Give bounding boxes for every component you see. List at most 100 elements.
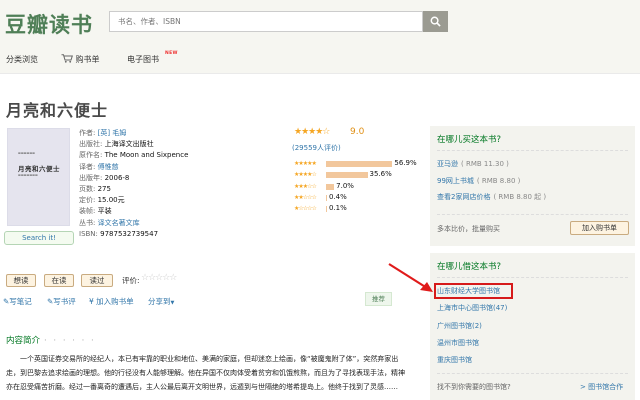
info-label: 出版年: xyxy=(79,173,105,182)
add-cart-label: 加入购书单 xyxy=(96,297,134,306)
write-review-link[interactable]: ✎写书评 xyxy=(47,296,76,307)
info-label: 原作名: xyxy=(79,151,105,160)
store-price: ( RMB 8.80 起 ) xyxy=(493,193,547,201)
rating-row: ★★★☆☆ 7.0% xyxy=(294,182,414,192)
rating-percent: 35.6% xyxy=(369,170,392,179)
search-box[interactable] xyxy=(109,11,423,32)
recommend-button[interactable]: 推荐 xyxy=(365,292,392,306)
cover-decoration: ▬▬▬▬▬▬ xyxy=(18,151,36,155)
add-to-cart-button[interactable]: 加入购书单 xyxy=(570,221,629,235)
nav-ebooks[interactable]: 电子图书 xyxy=(127,54,159,65)
borrow-panel: 在哪儿借这本书? 山东财经大学图书馆 上海市中心图书馆(47) 广州图书馆(2) 温州… xyxy=(430,253,635,400)
info-row: 原作名: The Moon and Sixpence xyxy=(79,150,188,161)
info-value: 2006-8 xyxy=(104,173,130,182)
info-value: The Moon and Sixpence xyxy=(104,151,189,160)
intro-text: 一个英国证券交易所的经纪人，本已有牢靠的职业和地位、美满的家庭，但却迷恋上绘画，… xyxy=(6,355,405,391)
store-name[interactable]: 亚马逊 xyxy=(437,160,458,168)
library-coop-link[interactable]: > 图书馆合作 xyxy=(580,382,623,392)
yen-icon: ¥ xyxy=(89,297,94,306)
cover-title: 月亮和六便士 xyxy=(18,165,60,173)
library-item[interactable]: 温州市图书馆 xyxy=(437,338,479,348)
info-value: 275 xyxy=(97,185,111,193)
store-name[interactable]: 99网上书城 xyxy=(437,177,474,185)
nav-bar: 分类浏览 购书单 电子图书 NEW xyxy=(0,45,640,74)
buy-heading: 在哪儿买这本书? xyxy=(437,135,502,145)
share-link[interactable]: 分享到▼ xyxy=(148,296,174,307)
cart-icon xyxy=(61,54,73,63)
library-item[interactable]: 广州图书馆(2) xyxy=(437,321,482,331)
intro-dots: · · · · · · xyxy=(44,336,96,346)
nav-browse[interactable]: 分类浏览 xyxy=(6,54,38,65)
site-logo[interactable]: 豆瓣读书 xyxy=(5,9,93,39)
rating-row-stars: ★☆☆☆☆ xyxy=(294,205,317,213)
intro-heading-label: 内容简介 xyxy=(6,336,41,346)
header: 豆瓣读书 xyxy=(0,0,640,45)
info-label: ISBN: xyxy=(79,229,101,238)
divider xyxy=(437,277,628,278)
add-cart-link[interactable]: ¥ 加入购书单 xyxy=(89,296,134,307)
compare-text: 多本比价，批量购买 xyxy=(437,225,500,233)
store-name[interactable]: 查看2家网店价格 xyxy=(437,193,490,201)
info-label: 丛书: xyxy=(79,218,98,227)
rating-percent: 56.9% xyxy=(394,159,417,167)
rating-stars: ★★★★☆ xyxy=(294,127,330,137)
intro-heading: 内容简介 · · · · · · xyxy=(6,334,96,346)
rating-bar xyxy=(326,161,393,167)
rating-bar xyxy=(326,172,368,179)
write-review-label: 写书评 xyxy=(53,297,76,306)
rating-count[interactable]: (29559人评价) xyxy=(292,143,341,153)
write-note-link[interactable]: ✎写笔记 xyxy=(3,296,32,307)
write-note-label: 写笔记 xyxy=(9,297,32,306)
rating-percent: 0.1% xyxy=(329,204,347,213)
info-value[interactable]: [英] 毛姆 xyxy=(98,129,127,137)
info-row: 译者: 傅惟慈 xyxy=(79,162,119,173)
info-value[interactable]: 译文名著文库 xyxy=(98,219,140,227)
search-icon xyxy=(430,16,441,27)
info-row: 页数: 275 xyxy=(79,184,111,195)
rating-score: 9.0 xyxy=(350,127,365,137)
share-label: 分享到 xyxy=(148,297,171,306)
store-item[interactable]: 亚马逊( RMB 11.30 ) xyxy=(437,159,509,169)
rating-row: ★★☆☆☆ 0.4% xyxy=(294,193,414,203)
highlight-box xyxy=(434,283,513,299)
info-label: 译者: xyxy=(79,162,98,171)
rating-bar xyxy=(326,194,327,201)
rating-row: ★☆☆☆☆ 0.1% xyxy=(294,204,414,214)
rating-row: ★★★★★ 56.9% xyxy=(294,159,417,169)
borrow-heading: 在哪儿借这本书? xyxy=(437,262,502,272)
search-button[interactable] xyxy=(423,11,448,32)
info-value: 15.00元 xyxy=(97,196,125,205)
rating-bar xyxy=(326,183,335,190)
info-row: 装帧: 平装 xyxy=(79,206,112,217)
chevron-down-icon: ▼ xyxy=(170,300,175,306)
info-value: 9787532739547 xyxy=(100,229,159,238)
rating-percent: 7.0% xyxy=(336,181,354,190)
search-it-button[interactable]: Search it! xyxy=(4,231,74,245)
rate-stars-input[interactable]: ☆☆☆☆☆ xyxy=(141,273,177,283)
info-row: 作者: [英] 毛姆 xyxy=(79,128,126,139)
read-button[interactable]: 读过 xyxy=(81,274,113,287)
divider xyxy=(437,214,628,215)
search-input[interactable] xyxy=(110,12,422,31)
store-price: ( RMB 11.30 ) xyxy=(461,160,509,168)
book-title: 月亮和六便士 xyxy=(6,101,109,120)
annotation-arrow xyxy=(388,263,433,292)
rating-row-stars: ★★★★☆ xyxy=(294,171,317,179)
book-cover[interactable]: ▬▬▬▬▬▬ 月亮和六便士 ▬▬▬▬▬▬▬ xyxy=(7,128,70,226)
info-value: 平装 xyxy=(97,207,112,216)
cover-decoration-2: ▬▬▬▬▬▬▬ xyxy=(18,173,38,177)
want-button[interactable]: 想读 xyxy=(6,274,36,287)
reading-button[interactable]: 在读 xyxy=(44,274,74,287)
store-item[interactable]: 查看2家网店价格( RMB 8.80 起 ) xyxy=(437,192,546,202)
library-item[interactable]: 上海市中心图书馆(47) xyxy=(437,303,507,313)
info-row: ISBN: 9787532739547 xyxy=(79,229,158,240)
library-item[interactable]: 重庆图书馆 xyxy=(437,355,472,365)
info-value[interactable]: 傅惟慈 xyxy=(98,163,119,171)
buy-panel: 在哪儿买这本书? 亚马逊( RMB 11.30 ) 99网上书城( RMB 8.8… xyxy=(430,126,635,246)
info-value: 上海译文出版社 xyxy=(104,140,154,149)
nav-cart[interactable]: 购书单 xyxy=(61,54,100,65)
store-price: ( RMB 8.80 ) xyxy=(476,176,521,185)
rating-percent: 0.4% xyxy=(329,192,347,201)
store-item[interactable]: 99网上书城( RMB 8.80 ) xyxy=(437,176,520,186)
rate-label: 评价: xyxy=(122,276,140,285)
